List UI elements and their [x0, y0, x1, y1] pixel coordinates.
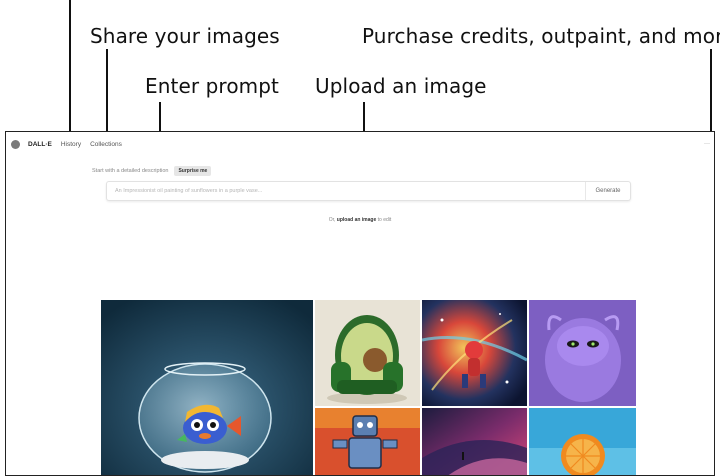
robot-painting-image[interactable] [315, 408, 420, 475]
fishbowl-image[interactable] [101, 300, 313, 475]
upload-line: Or, upload an image to edit [6, 217, 714, 223]
space-astronaut-image[interactable] [422, 300, 527, 406]
surprise-me-button[interactable]: Surprise me [174, 166, 212, 176]
callout-purchase: Purchase credits, outpaint, and more [362, 24, 720, 48]
upload-suffix: to edit [377, 217, 392, 223]
callout-line-purchase [710, 49, 712, 144]
callout-upload: Upload an image [315, 74, 487, 98]
callout-prompt: Enter prompt [145, 74, 279, 98]
app-window: DALL·E History Collections ··· Start wit… [5, 131, 715, 476]
prompt-box: Generate [106, 181, 631, 201]
upload-image-link[interactable]: upload an image [337, 217, 376, 223]
nav-history[interactable]: History [61, 141, 81, 148]
nav-collections[interactable]: Collections [90, 141, 122, 148]
callout-share: Share your images [90, 24, 280, 48]
callout-line-share [106, 49, 108, 134]
prompt-input[interactable] [113, 187, 547, 195]
dunes-image[interactable] [422, 408, 527, 475]
logo-icon[interactable] [11, 139, 20, 149]
upload-prefix: Or, [328, 217, 336, 223]
more-menu-icon[interactable]: ··· [704, 141, 710, 147]
generate-button[interactable]: Generate [585, 182, 630, 200]
callout-line-history [69, 0, 71, 134]
top-nav: DALL·E History Collections ··· [6, 132, 714, 156]
prompt-label-row: Start with a detailed description Surpri… [92, 166, 212, 176]
orange-image[interactable] [529, 408, 636, 475]
avocado-chair-image[interactable] [315, 300, 420, 406]
purple-monster-image[interactable] [529, 300, 636, 406]
prompt-label: Start with a detailed description [92, 168, 169, 174]
brand-name[interactable]: DALL·E [28, 141, 52, 148]
